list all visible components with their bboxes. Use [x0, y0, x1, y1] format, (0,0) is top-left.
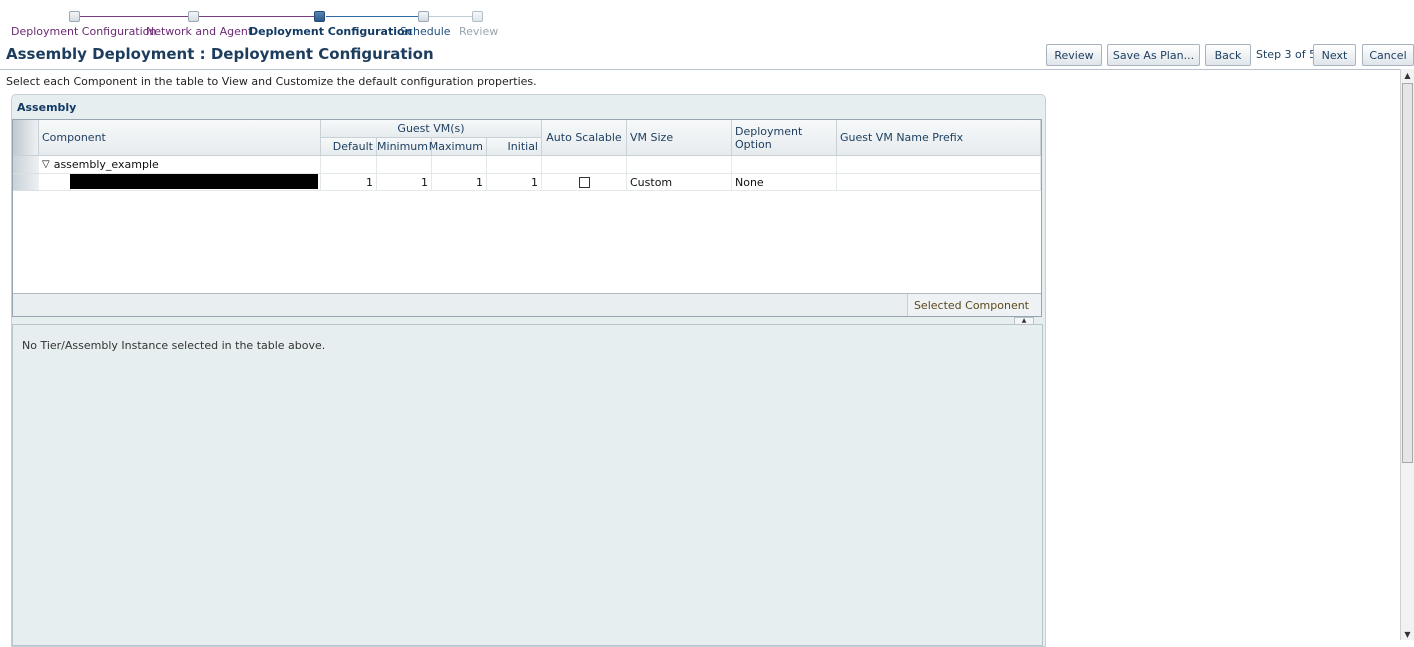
redacted-component-name: [70, 174, 318, 189]
train-stop-5-icon: [472, 11, 483, 22]
column-header-maximum[interactable]: Maximum: [429, 138, 487, 156]
column-header-vm-size[interactable]: VM Size: [627, 120, 732, 156]
row-selector[interactable]: [13, 174, 39, 191]
table-footer: Selected Component: [13, 293, 1041, 316]
table-cell: [732, 156, 837, 174]
train-stop-1-icon[interactable]: [69, 11, 80, 22]
component-detail-pane: No Tier/Assembly Instance selected in th…: [12, 324, 1043, 646]
column-header-initial[interactable]: Initial: [487, 138, 542, 156]
deployment-option-value[interactable]: None: [732, 174, 837, 191]
column-header-component[interactable]: Component: [39, 120, 321, 156]
scroll-up-icon[interactable]: ▲: [1401, 69, 1414, 81]
table-cell: [321, 156, 377, 174]
table-cell: [377, 156, 432, 174]
train-step-schedule[interactable]: Schedule: [400, 25, 451, 38]
column-header-default[interactable]: Default: [321, 138, 377, 156]
assembly-panel: Assembly Component Guest VM(s) Default M…: [11, 94, 1046, 647]
table-row[interactable]: ▽ assembly_example: [39, 156, 321, 174]
column-header-auto-scalable[interactable]: Auto Scalable: [542, 120, 627, 156]
table-cell: [627, 156, 732, 174]
save-as-plan-button[interactable]: Save As Plan...: [1107, 44, 1200, 66]
toolbar: Review Save As Plan... Back Step 3 of 5 …: [0, 44, 1414, 67]
train-stop-3-icon: [314, 11, 325, 22]
initial-value[interactable]: 1: [487, 174, 542, 191]
instruction-text: Select each Component in the table to Vi…: [6, 75, 537, 88]
table-cell: [542, 156, 627, 174]
train-stop-4-icon[interactable]: [418, 11, 429, 22]
column-header-minimum[interactable]: Minimum: [377, 138, 432, 156]
default-value[interactable]: 1: [321, 174, 377, 191]
auto-scalable-cell: [542, 174, 627, 191]
review-button[interactable]: Review: [1046, 44, 1102, 66]
minimum-value[interactable]: 1: [377, 174, 432, 191]
train-step-deployment-configuration[interactable]: Deployment Configuration: [11, 25, 156, 38]
component-name: assembly_example: [53, 158, 159, 171]
table-cell: [432, 156, 487, 174]
empty-selection-message: No Tier/Assembly Instance selected in th…: [22, 339, 326, 352]
scroll-down-icon[interactable]: ▼: [1401, 628, 1414, 640]
table-row[interactable]: [39, 174, 321, 191]
train-step-current: Deployment Configuration: [249, 25, 413, 38]
panel-title: Assembly: [17, 101, 77, 114]
disclosure-expanded-icon[interactable]: ▽: [42, 159, 50, 170]
maximum-value[interactable]: 1: [432, 174, 487, 191]
row-header-column: [13, 120, 39, 156]
next-button[interactable]: Next: [1313, 44, 1356, 66]
guest-vm-name-prefix-value[interactable]: [837, 174, 1041, 191]
components-table: Component Guest VM(s) Default Minimum Ma…: [12, 119, 1042, 317]
vertical-scrollbar[interactable]: ▲ ▼: [1400, 69, 1414, 640]
column-header-guest-vm-name-prefix[interactable]: Guest VM Name Prefix: [837, 120, 1041, 156]
auto-scalable-checkbox[interactable]: [578, 176, 590, 188]
process-train: Deployment Configuration Network and Age…: [0, 8, 520, 44]
vm-size-value[interactable]: Custom: [627, 174, 732, 191]
train-connector: [80, 16, 188, 17]
train-connector: [429, 16, 472, 17]
train-connector: [199, 16, 314, 17]
table-cell: [837, 156, 1041, 174]
title-divider: [0, 69, 1414, 70]
back-button[interactable]: Back: [1205, 44, 1251, 66]
row-selector[interactable]: [13, 156, 39, 174]
train-connector: [326, 16, 418, 17]
step-indicator: Step 3 of 5: [1256, 48, 1317, 61]
scrollbar-thumb[interactable]: [1402, 83, 1413, 463]
table-cell: [487, 156, 542, 174]
column-header-deployment-option[interactable]: Deployment Option: [732, 120, 837, 156]
train-step-network-and-agent[interactable]: Network and Agent: [146, 25, 252, 38]
train-stop-2-icon[interactable]: [188, 11, 199, 22]
collapse-splitter-icon[interactable]: ▲: [1014, 317, 1034, 324]
selected-component-tab[interactable]: Selected Component: [906, 294, 1041, 316]
column-group-guest-vms: Guest VM(s): [321, 120, 542, 138]
cancel-button[interactable]: Cancel: [1362, 44, 1414, 66]
train-step-review: Review: [459, 25, 499, 38]
